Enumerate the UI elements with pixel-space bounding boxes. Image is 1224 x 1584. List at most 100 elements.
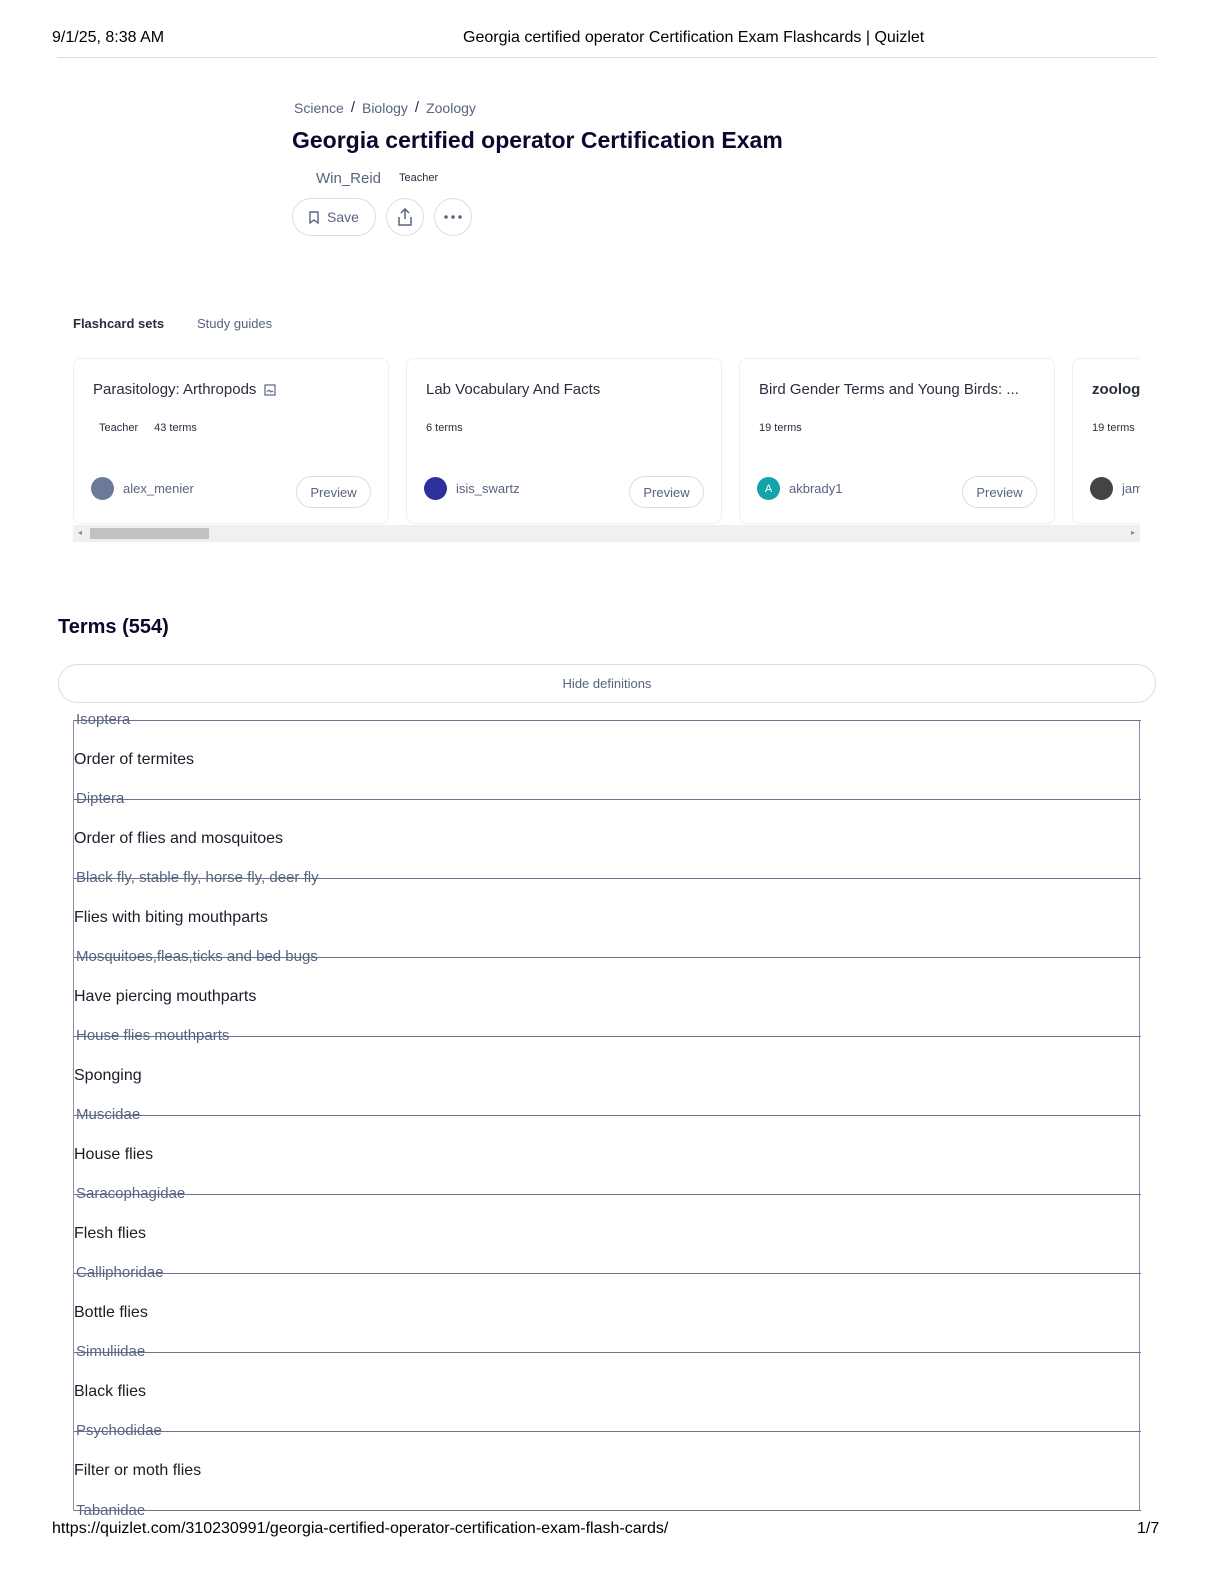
term-word: House flies mouthparts	[76, 1027, 230, 1044]
term-divider	[74, 720, 1141, 721]
hide-definitions-button[interactable]: Hide definitions	[58, 664, 1156, 703]
set-card-meta: Teacher 43 terms	[93, 422, 197, 434]
term-definition: Black flies	[74, 1383, 147, 1400]
term-definition: Flesh flies	[74, 1225, 147, 1242]
set-card-author[interactable]: jam	[1090, 477, 1140, 500]
set-card[interactable]: Lab Vocabulary And Facts 6 terms isis_sw…	[406, 358, 722, 524]
term-row: Psychodidae Filter or moth flies	[74, 1422, 1141, 1511]
preview-button[interactable]: Preview	[296, 476, 371, 508]
term-row: Muscidae House flies	[74, 1106, 1141, 1195]
username: akbrady1	[789, 481, 843, 496]
term-row: Simuliidae Black flies	[74, 1343, 1141, 1432]
term-divider	[74, 1352, 1141, 1353]
set-card-meta: 6 terms	[426, 422, 463, 434]
term-divider	[74, 799, 1141, 800]
username: isis_swartz	[456, 481, 520, 496]
term-divider	[74, 1115, 1141, 1116]
print-date: 9/1/25, 8:38 AM	[52, 29, 165, 46]
term-count: 6 terms	[426, 422, 463, 434]
save-button[interactable]: Save	[292, 198, 376, 236]
term-row: Diptera Order of flies and mosquitoes	[74, 790, 1141, 879]
teacher-badge: Teacher	[99, 422, 139, 434]
term-word: Mosquitoes,fleas,ticks and bed bugs	[76, 948, 318, 965]
avatar	[91, 477, 114, 500]
term-count: 43 terms	[154, 422, 197, 434]
carousel-scrollbar[interactable]: ◂ ▸	[73, 525, 1140, 542]
terms-heading: Terms (554)	[58, 616, 169, 638]
set-card-title: Lab Vocabulary And Facts	[426, 381, 601, 398]
term-row: Isoptera Order of termites	[74, 711, 1141, 800]
header-divider	[57, 57, 1157, 58]
set-card-title: Bird Gender Terms and Young Birds: ...	[759, 381, 1019, 398]
term-count: 19 terms	[759, 422, 802, 434]
breadcrumb: Science / Biology / Zoology	[294, 99, 476, 116]
term-word: Saracophagidae	[76, 1185, 186, 1202]
term-definition: Bottle flies	[74, 1304, 148, 1321]
term-divider	[74, 1036, 1141, 1037]
breadcrumb-biology[interactable]: Biology	[362, 100, 408, 116]
flashcard-sets-carousel: Parasitology: Arthropods Teacher 43 term…	[73, 358, 1140, 524]
term-word: Psychodidae	[76, 1422, 162, 1439]
breadcrumb-separator: /	[414, 99, 420, 116]
page-title: Georgia certified operator Certification…	[292, 127, 783, 153]
term-word: Tabanidae	[76, 1502, 146, 1519]
username: alex_menier	[123, 481, 194, 496]
set-card-author[interactable]: isis_swartz	[424, 477, 520, 500]
term-row: Mosquitoes,fleas,ticks and bed bugs Have…	[74, 948, 1141, 1037]
term-row: House flies mouthparts Sponging	[74, 1027, 1141, 1116]
author-role-badge: Teacher	[399, 172, 439, 184]
print-url: https://quizlet.com/310230991/georgia-ce…	[52, 1520, 669, 1537]
scroll-right-arrow[interactable]: ▸	[1131, 528, 1135, 537]
term-row: Black fly, stable fly, horse fly, deer f…	[74, 869, 1141, 958]
more-options-button[interactable]	[434, 198, 472, 236]
set-card-title: zoolog	[1092, 381, 1140, 398]
term-definition: House flies	[74, 1146, 154, 1163]
terms-list: Isoptera Order of termites Diptera Order…	[73, 711, 1141, 1519]
term-definition: Order of termites	[74, 751, 195, 768]
set-card-meta: 19 terms	[1092, 422, 1135, 434]
term-row: Tabanidae	[74, 1502, 1141, 1519]
set-card[interactable]: Bird Gender Terms and Young Birds: ... 1…	[739, 358, 1055, 524]
more-icon	[444, 215, 462, 219]
term-row: Calliphoridae Bottle flies	[74, 1264, 1141, 1353]
term-divider	[74, 1431, 1141, 1432]
term-word: Black fly, stable fly, horse fly, deer f…	[76, 869, 319, 886]
breadcrumb-zoology[interactable]: Zoology	[426, 100, 476, 116]
term-word: Isoptera	[76, 711, 131, 728]
term-definition: Filter or moth flies	[74, 1462, 202, 1479]
term-definition: Flies with biting mouthparts	[74, 909, 268, 926]
term-divider	[74, 1194, 1141, 1195]
set-card-title: Parasitology: Arthropods	[93, 381, 257, 398]
tab-flashcard-sets[interactable]: Flashcard sets	[73, 316, 164, 331]
avatar	[424, 477, 447, 500]
scroll-left-arrow[interactable]: ◂	[78, 528, 82, 537]
print-title: Georgia certified operator Certification…	[463, 29, 925, 46]
username: jam	[1122, 481, 1140, 496]
set-card-author[interactable]: A akbrady1	[757, 477, 842, 500]
avatar: A	[757, 477, 780, 500]
author-name[interactable]: Win_Reid	[316, 170, 381, 187]
preview-button[interactable]: Preview	[962, 476, 1037, 508]
term-divider	[74, 1510, 1141, 1511]
set-card-meta: 19 terms	[759, 422, 802, 434]
tab-study-guides[interactable]: Study guides	[197, 316, 272, 331]
share-button[interactable]	[386, 198, 424, 236]
set-card[interactable]: Parasitology: Arthropods Teacher 43 term…	[73, 358, 389, 524]
term-word: Simuliidae	[76, 1343, 146, 1360]
term-word: Calliphoridae	[76, 1264, 164, 1281]
bookmark-icon	[309, 210, 319, 224]
set-card-author[interactable]: alex_menier	[91, 477, 194, 500]
term-divider	[74, 1273, 1141, 1274]
set-card[interactable]: zoolog 19 terms jam	[1072, 358, 1140, 524]
term-word: Diptera	[76, 790, 125, 807]
avatar	[1090, 477, 1113, 500]
share-icon	[398, 208, 412, 226]
breadcrumb-science[interactable]: Science	[294, 100, 344, 116]
term-definition: Order of flies and mosquitoes	[74, 830, 283, 847]
term-definition: Have piercing mouthparts	[74, 988, 257, 1005]
scroll-thumb[interactable]	[90, 528, 209, 539]
term-definition: Sponging	[74, 1067, 142, 1084]
breadcrumb-separator: /	[350, 99, 355, 116]
term-word: Muscidae	[76, 1106, 141, 1123]
preview-button[interactable]: Preview	[629, 476, 704, 508]
